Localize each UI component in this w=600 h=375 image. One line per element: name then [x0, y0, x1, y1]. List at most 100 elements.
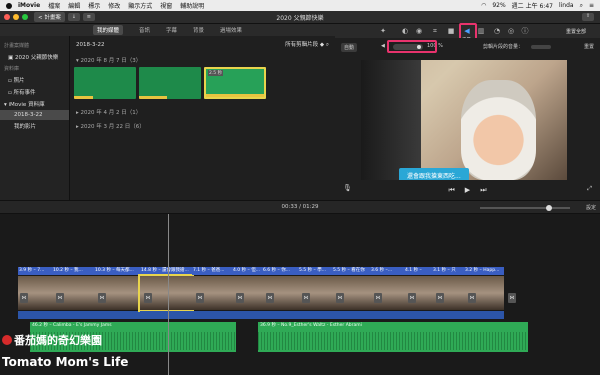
dim-slider[interactable]: [531, 45, 551, 49]
apple-icon[interactable]: [6, 2, 12, 9]
playhead[interactable]: [168, 214, 169, 375]
settings-button[interactable]: 設定: [586, 204, 596, 211]
sidebar-item-library[interactable]: ▾ iMovie 資料庫: [0, 98, 69, 110]
speed-icon[interactable]: ◔: [493, 27, 501, 35]
fullscreen-icon[interactable]: ⤢: [587, 185, 592, 193]
browser-clip-selected[interactable]: 2.5 秒: [204, 67, 266, 99]
transition-icon[interactable]: ⋈: [196, 293, 204, 303]
menu-help[interactable]: 輔助說明: [180, 1, 204, 10]
sidebar-item-event[interactable]: 2018-3-22: [0, 110, 69, 120]
used-bar: [206, 94, 264, 97]
transition-icon[interactable]: ⋈: [436, 293, 444, 303]
tab-transitions[interactable]: 過場效果: [220, 26, 242, 34]
timeline-header: 00:33 / 01:29 設定: [0, 200, 600, 214]
projects-back-button[interactable]: < 計畫案: [34, 12, 65, 22]
transition-icon[interactable]: ⋈: [302, 293, 310, 303]
sidebar-section-libraries: 資料庫: [4, 66, 20, 72]
search-icon[interactable]: ⌕: [580, 2, 583, 10]
clip-audio: [140, 311, 192, 319]
sidebar-item-project[interactable]: ▣ 2020 父親節快樂: [0, 51, 69, 63]
reset-button[interactable]: 重置: [584, 43, 594, 50]
group-header[interactable]: ▾ 2020 年 8 月 7 日（3）: [70, 53, 335, 67]
app-menu[interactable]: iMovie: [18, 2, 40, 9]
user-name[interactable]: linda: [559, 2, 574, 9]
tab-my-media[interactable]: 我的媒體: [92, 25, 123, 35]
color-balance-icon[interactable]: ◐: [401, 27, 409, 35]
transition-icon[interactable]: ⋈: [468, 293, 476, 303]
minimize-button[interactable]: [13, 14, 19, 20]
menu-window[interactable]: 視窗: [160, 1, 172, 10]
sidebar-item-my-movies[interactable]: 我的影片: [0, 120, 69, 132]
group-header[interactable]: ▸ 2020 年 3 月 22 日（6）: [70, 119, 335, 133]
clip-title: 3.2 秒 – Happ...: [464, 267, 504, 275]
clip-filter-select[interactable]: 所有剪輯片段 ◆ ⌕: [285, 40, 329, 49]
battery-percent: 92%: [492, 2, 506, 9]
window-titlebar: < 計畫案 ↓ ≡ 2020 父親節快樂 ⇪: [0, 11, 600, 24]
clip-title: 5.5 秒 – 學...: [298, 267, 332, 275]
transition-icon[interactable]: ⋈: [98, 293, 106, 303]
library-sidebar: 計畫案媒體 ▣ 2020 父親節快樂 資料庫 ▫ 照片 ▫ 所有事件 ▾ iMo…: [0, 36, 70, 200]
clip-title: 5.5 秒 – 看在你: [332, 267, 370, 275]
sidebar-item-all-events[interactable]: ▫ 所有事件: [0, 86, 69, 98]
transition-icon[interactable]: ⋈: [336, 293, 344, 303]
clock[interactable]: 週二 上午 6:47: [512, 1, 553, 10]
menu-view[interactable]: 顯示方式: [128, 1, 152, 10]
clip-title: 7.1 秒 – 爸爸...: [192, 267, 232, 275]
noise-eq-icon[interactable]: ▥: [477, 27, 485, 35]
tab-audio[interactable]: 音訊: [139, 26, 150, 34]
sidebar-item-photos[interactable]: ▫ 照片: [0, 74, 69, 86]
media-browser: 2018-3-22 所有剪輯片段 ◆ ⌕ ▾ 2020 年 8 月 7 日（3）…: [70, 36, 335, 200]
group-header[interactable]: ▸ 2020 年 4 月 2 日（1）: [70, 105, 335, 119]
menu-mark[interactable]: 標示: [88, 1, 100, 10]
stabilization-icon[interactable]: ■: [447, 27, 455, 35]
group-label: 2020 年 4 月 2 日（1）: [80, 110, 142, 116]
group-label: 2020 年 3 月 22 日（6）: [80, 124, 145, 130]
speaker-icon[interactable]: ◀: [381, 43, 385, 49]
color-correction-icon[interactable]: ◉: [415, 27, 423, 35]
browser-clip[interactable]: [74, 67, 136, 99]
watermark: 番茄媽的奇幻樂園: [2, 332, 102, 348]
menubar: iMovie 檔案 編輯 標示 修改 顯示方式 視窗 輔助說明 ◠ 92% 週二…: [0, 0, 600, 11]
transition-icon[interactable]: ⋈: [508, 293, 516, 303]
auto-button[interactable]: 自動: [341, 43, 358, 52]
skip-forward-icon[interactable]: ⏭: [480, 186, 486, 195]
filter-icon[interactable]: ◎: [507, 27, 515, 35]
menu-file[interactable]: 檔案: [48, 1, 60, 10]
clip-audio: [298, 311, 332, 319]
transition-icon[interactable]: ⋈: [408, 293, 416, 303]
menu-modify[interactable]: 修改: [108, 1, 120, 10]
sidebar-item-label: iMovie 資料庫: [8, 102, 45, 108]
import-icon[interactable]: ↓: [67, 13, 80, 21]
transition-icon[interactable]: ⋈: [144, 293, 152, 303]
tab-titles[interactable]: 字幕: [166, 26, 177, 34]
subtitle-overlay: 還會跟我搶東西吃...: [399, 168, 469, 180]
browser-clip[interactable]: [139, 67, 201, 99]
tab-backgrounds[interactable]: 背景: [193, 26, 204, 34]
crop-icon[interactable]: ⌗: [431, 27, 439, 35]
viewer: 自動 ◀ 100 % 剪輯片段的音量： 重置 還會跟我搶東西吃... 🎙 ⏮ ▶…: [335, 38, 600, 200]
transition-icon[interactable]: ⋈: [266, 293, 274, 303]
menu-extras-icon[interactable]: ≡: [589, 2, 594, 9]
wifi-icon[interactable]: ◠: [481, 2, 486, 9]
list-icon[interactable]: ≡: [82, 13, 95, 21]
reset-all-button[interactable]: 重置全部: [566, 28, 586, 35]
transition-icon[interactable]: ⋈: [236, 293, 244, 303]
zoom-slider[interactable]: [480, 205, 570, 211]
close-button[interactable]: [4, 14, 10, 20]
timeline: 3.9 秒 – 7... 10.2 秒 – 我... 10.3 秒 – 每天都.…: [0, 214, 600, 375]
zoom-knob[interactable]: [546, 205, 552, 211]
magic-wand-icon[interactable]: ✦: [379, 27, 387, 35]
clip-title: 14.8 秒 – 還會跟我搶...: [140, 267, 192, 275]
transition-icon[interactable]: ⋈: [20, 293, 28, 303]
clip-filter-label: 所有剪輯片段: [285, 42, 319, 48]
share-icon[interactable]: ⇪: [582, 13, 594, 21]
info-icon[interactable]: ⓘ: [521, 27, 529, 35]
skip-back-icon[interactable]: ⏮: [448, 186, 454, 195]
menu-edit[interactable]: 編輯: [68, 1, 80, 10]
zoom-button[interactable]: [22, 14, 28, 20]
clip-title: 3.1 秒 – 只: [432, 267, 464, 275]
transition-icon[interactable]: ⋈: [374, 293, 382, 303]
play-icon[interactable]: ▶: [465, 186, 470, 194]
transition-icon[interactable]: ⋈: [56, 293, 64, 303]
music-clip[interactable]: 36.9 秒 – No.9_Esther's Waltz - Esther Ab…: [258, 322, 528, 352]
